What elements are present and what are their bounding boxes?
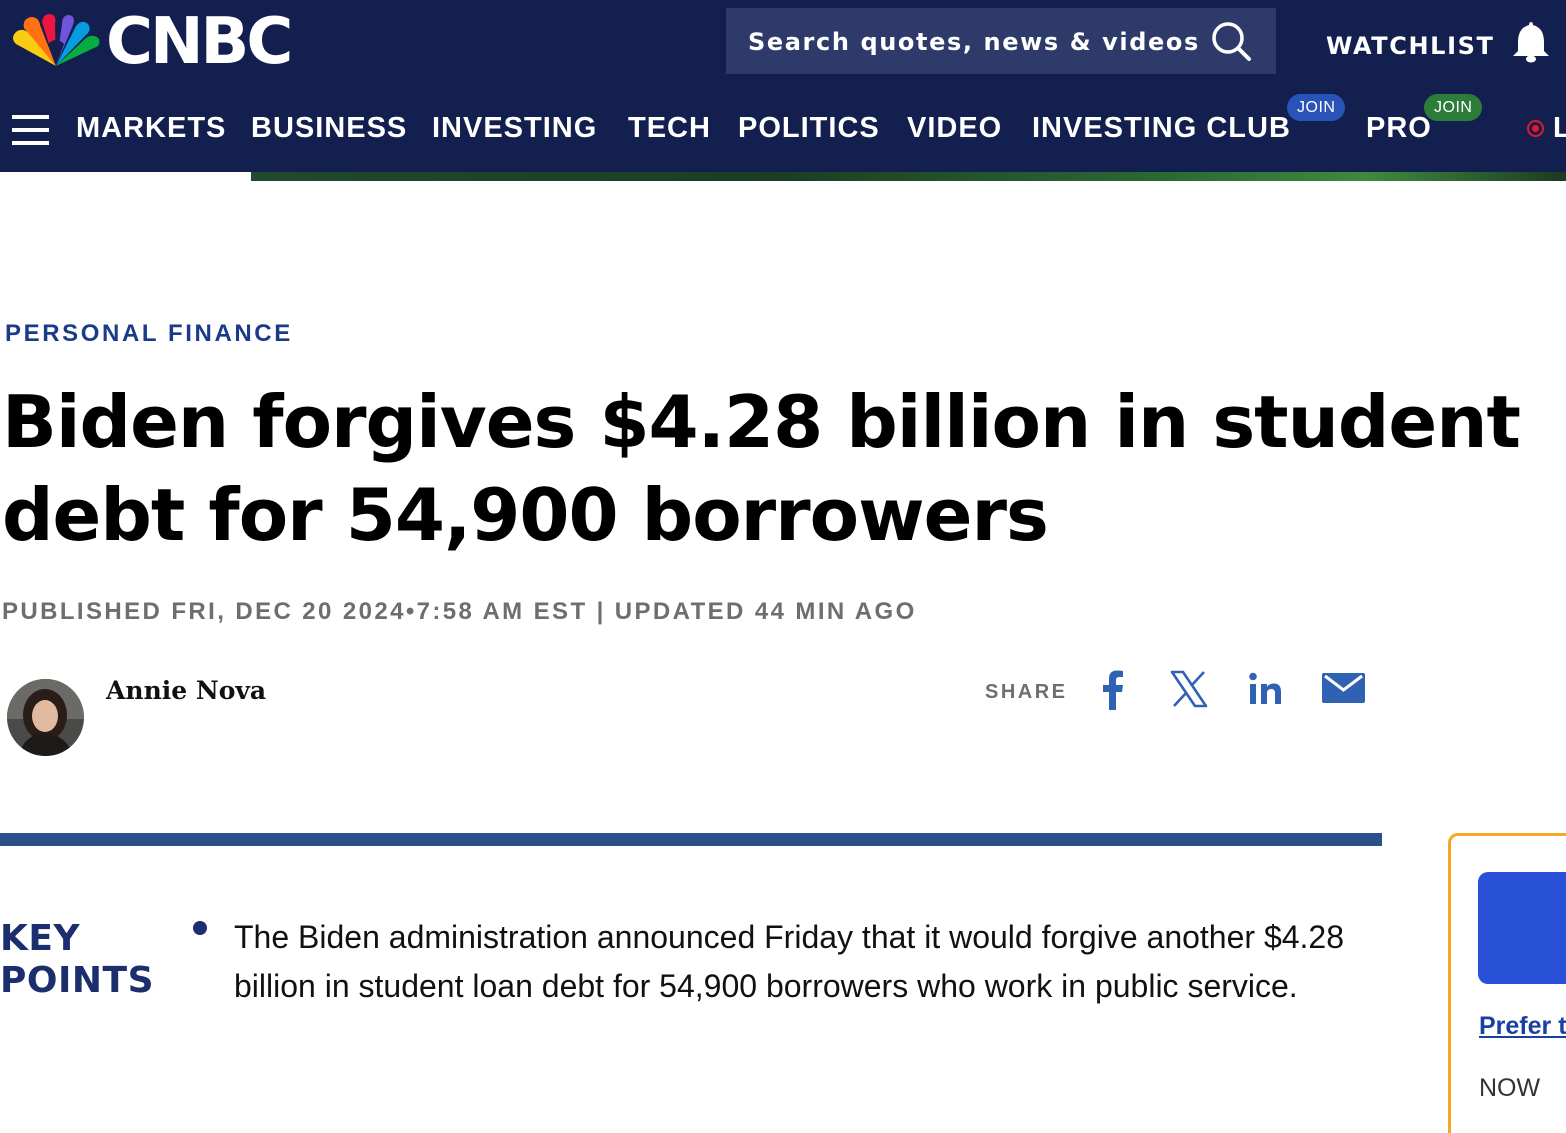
watchlist-link[interactable]: WATCHLIST [1326, 32, 1494, 60]
email-icon[interactable] [1322, 673, 1365, 703]
join-badge-investing-club[interactable]: JOIN [1287, 94, 1346, 121]
nav-live[interactable]: L [1553, 112, 1566, 145]
nav-politics[interactable]: POLITICS [738, 112, 880, 145]
sidebar-now-label: NOW [1479, 1074, 1541, 1102]
nav-investing[interactable]: INVESTING [432, 112, 597, 145]
logo-text: CNBC [106, 5, 293, 79]
search-box[interactable]: Search quotes, news & videos [726, 8, 1276, 74]
author-name[interactable]: Annie Nova [106, 676, 266, 705]
share-label: SHARE [985, 681, 1068, 703]
sidebar-prefer-link[interactable]: Prefer t [1479, 1012, 1566, 1041]
menu-icon[interactable] [12, 113, 50, 147]
facebook-icon[interactable] [1100, 670, 1126, 710]
bullet-icon [193, 921, 207, 935]
linkedin-icon[interactable] [1249, 672, 1283, 706]
author-avatar[interactable] [7, 679, 84, 756]
peacock-icon [13, 14, 100, 66]
cnbc-logo[interactable]: CNBC [10, 5, 293, 79]
key-points-heading: KEY POINTS [0, 918, 154, 1002]
nav-markets[interactable]: MARKETS [76, 112, 226, 145]
nav-video[interactable]: VIDEO [907, 112, 1002, 145]
article-headline: Biden forgives $4.28 billion in student … [2, 380, 1521, 557]
key-points-heading-line2: POINTS [0, 960, 154, 1001]
nav-tech[interactable]: TECH [628, 112, 711, 145]
hero-image-strip [251, 172, 1566, 181]
key-points-heading-line1: KEY [0, 918, 81, 959]
search-input[interactable]: Search quotes, news & videos [748, 28, 1200, 56]
key-point-item: The Biden administration announced Frida… [234, 919, 1345, 1004]
sidebar-promo-button[interactable] [1478, 872, 1566, 984]
section-label[interactable]: PERSONAL FINANCE [5, 320, 293, 348]
bell-icon[interactable] [1508, 18, 1554, 64]
x-icon[interactable] [1170, 670, 1208, 708]
search-icon[interactable] [1210, 20, 1252, 62]
site-header: CNBC Search quotes, news & videos WATCHL… [0, 0, 1566, 172]
live-indicator-icon [1527, 120, 1544, 137]
nav-pro[interactable]: PRO [1366, 112, 1432, 145]
nav-business[interactable]: BUSINESS [251, 112, 407, 145]
nav-investing-club[interactable]: INVESTING CLUB [1032, 112, 1291, 145]
article-dateline: PUBLISHED FRI, DEC 20 2024•7:58 AM EST |… [2, 598, 917, 625]
section-divider [0, 833, 1382, 846]
join-badge-pro[interactable]: JOIN [1424, 94, 1483, 121]
